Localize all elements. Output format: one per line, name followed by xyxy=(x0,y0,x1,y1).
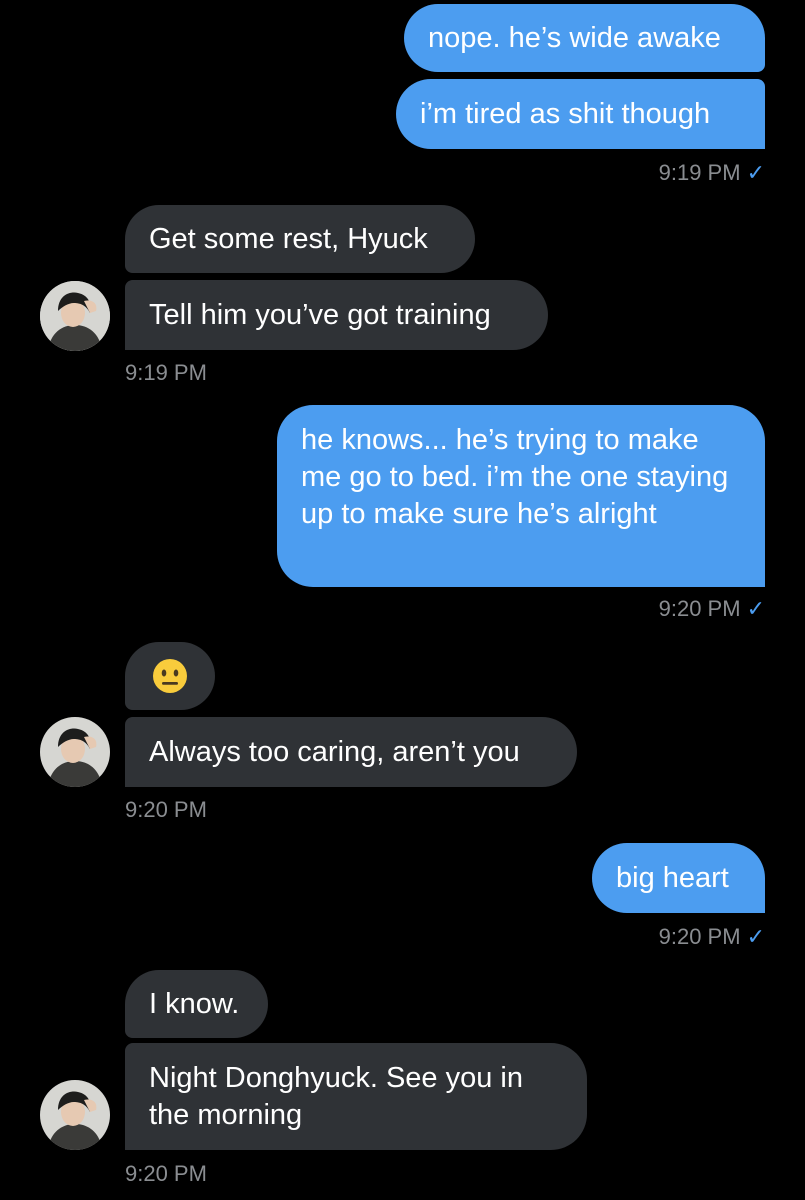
message-timestamp: 9:20 PM ✓ xyxy=(658,596,765,621)
avatar-photo-icon xyxy=(40,1080,110,1150)
message-text: nope. he’s wide awake xyxy=(428,21,721,54)
message-timestamp: 9:20 PM xyxy=(125,1161,207,1186)
message-timestamp: 9:20 PM ✓ xyxy=(658,924,765,949)
received-message-bubble[interactable]: Night Donghyuck. See you in the morning xyxy=(125,1043,587,1150)
message-text: he knows... he’s trying to make me go to… xyxy=(301,424,729,530)
message-timestamp: 9:19 PM ✓ xyxy=(658,160,765,185)
message-text: big heart xyxy=(616,861,729,894)
message-text: i’m tired as shit though xyxy=(420,97,711,130)
sent-message-bubble[interactable]: i’m tired as shit though xyxy=(396,79,765,149)
sent-message-bubble[interactable]: he knows... he’s trying to make me go to… xyxy=(277,405,765,587)
read-check-icon: ✓ xyxy=(746,160,765,185)
sent-message-bubble[interactable]: big heart xyxy=(592,843,765,913)
message-timestamp: 9:20 PM xyxy=(125,797,207,822)
message-timestamp: 9:19 PM xyxy=(125,360,207,385)
sent-message-bubble[interactable]: nope. he’s wide awake xyxy=(404,4,765,72)
message-text: Get some rest, Hyuck xyxy=(149,222,428,255)
read-check-icon: ✓ xyxy=(746,924,765,949)
received-message-bubble[interactable]: Get some rest, Hyuck xyxy=(125,205,475,273)
received-message-bubble[interactable]: I know. xyxy=(125,970,268,1038)
received-message-bubble[interactable]: Tell him you’ve got training xyxy=(125,280,548,350)
message-text: Night Donghyuck. See you in the morning xyxy=(149,1062,523,1131)
avatar[interactable] xyxy=(40,281,110,351)
message-text: Always too caring, aren’t you xyxy=(149,735,520,768)
avatar-photo-icon xyxy=(40,281,110,351)
avatar[interactable] xyxy=(40,717,110,787)
avatar-photo-icon xyxy=(40,717,110,787)
message-text: I know. xyxy=(149,987,240,1020)
received-message-bubble[interactable]: Always too caring, aren’t you xyxy=(125,717,577,787)
message-text: Tell him you’ve got training xyxy=(149,298,491,331)
avatar[interactable] xyxy=(40,1080,110,1150)
read-check-icon: ✓ xyxy=(746,596,765,621)
received-message-bubble[interactable] xyxy=(125,642,215,710)
neutral-face-emoji-icon xyxy=(153,659,187,693)
